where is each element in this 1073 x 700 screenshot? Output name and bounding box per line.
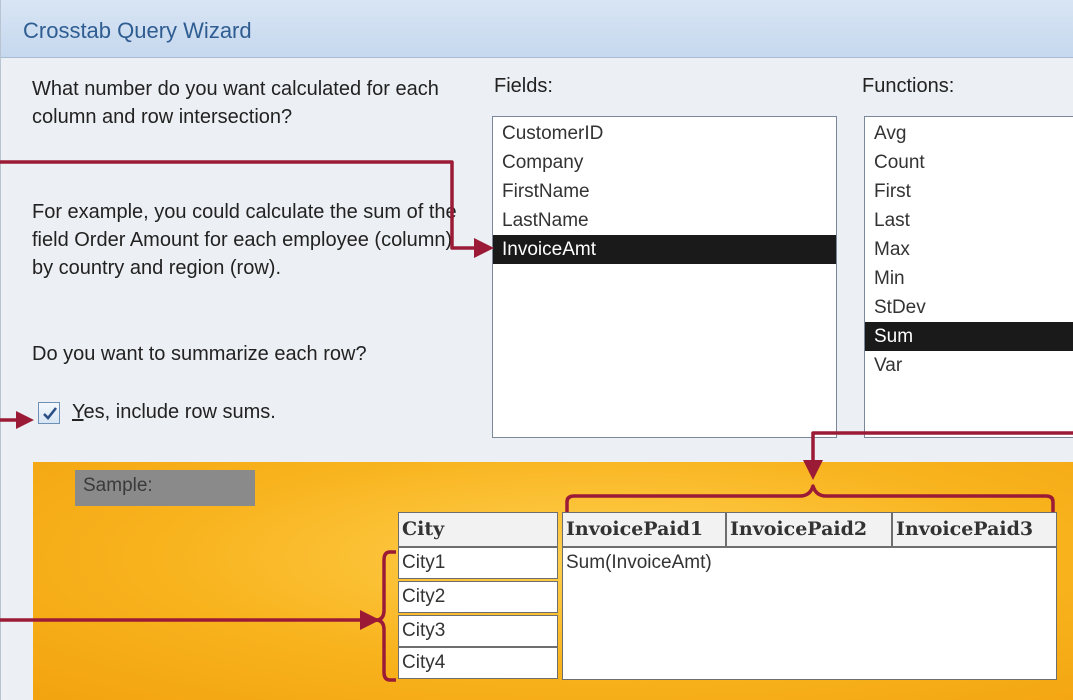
row-sums-label[interactable]: Yes, include row sums.: [72, 398, 276, 426]
function-item-selected[interactable]: Sum: [865, 322, 1073, 351]
title-bar: Crosstab Query Wizard: [1, 0, 1073, 58]
summarize-question: Do you want to summarize each row?: [32, 343, 367, 365]
function-item[interactable]: Min: [865, 264, 1073, 293]
function-item[interactable]: StDev: [865, 293, 1073, 322]
function-item[interactable]: Last: [865, 206, 1073, 235]
city-column-header: City: [398, 512, 558, 547]
checkmark-icon: [43, 407, 58, 420]
window-title: Crosstab Query Wizard: [23, 18, 252, 43]
row-header-cell: City4: [398, 647, 558, 679]
fields-listbox[interactable]: CustomerID Company FirstName LastName In…: [492, 116, 837, 438]
field-item[interactable]: LastName: [493, 206, 836, 235]
row-header-cell: City3: [398, 615, 558, 647]
example-text: For example, you could calculate the sum…: [32, 201, 457, 279]
function-item[interactable]: Max: [865, 235, 1073, 264]
column-header: InvoicePaid3: [892, 512, 1057, 547]
column-header: InvoicePaid2: [726, 512, 892, 547]
functions-label: Functions:: [862, 75, 955, 97]
field-item-selected[interactable]: InvoiceAmt: [493, 235, 836, 264]
calculation-question: What number do you want calculated for e…: [32, 78, 439, 128]
fields-label: Fields:: [494, 75, 553, 97]
row-header-cell: City1: [398, 547, 558, 579]
function-item[interactable]: Count: [865, 148, 1073, 177]
row-sums-checkbox[interactable]: [38, 402, 60, 424]
field-item[interactable]: CustomerID: [493, 119, 836, 148]
column-header: InvoicePaid1: [562, 512, 726, 547]
row-sums-accesskey: Y: [72, 401, 84, 423]
sample-label: Sample:: [75, 470, 255, 506]
field-item[interactable]: FirstName: [493, 177, 836, 206]
row-header-cell: City2: [398, 581, 558, 613]
row-sums-label-text: es, include row sums.: [83, 401, 276, 423]
functions-listbox[interactable]: Avg Count First Last Max Min StDev Sum V…: [864, 116, 1073, 438]
function-item[interactable]: Avg: [865, 119, 1073, 148]
function-item[interactable]: Var: [865, 351, 1073, 380]
field-item[interactable]: Company: [493, 148, 836, 177]
function-item[interactable]: First: [865, 177, 1073, 206]
sample-value: Sum(InvoiceAmt): [566, 552, 712, 573]
